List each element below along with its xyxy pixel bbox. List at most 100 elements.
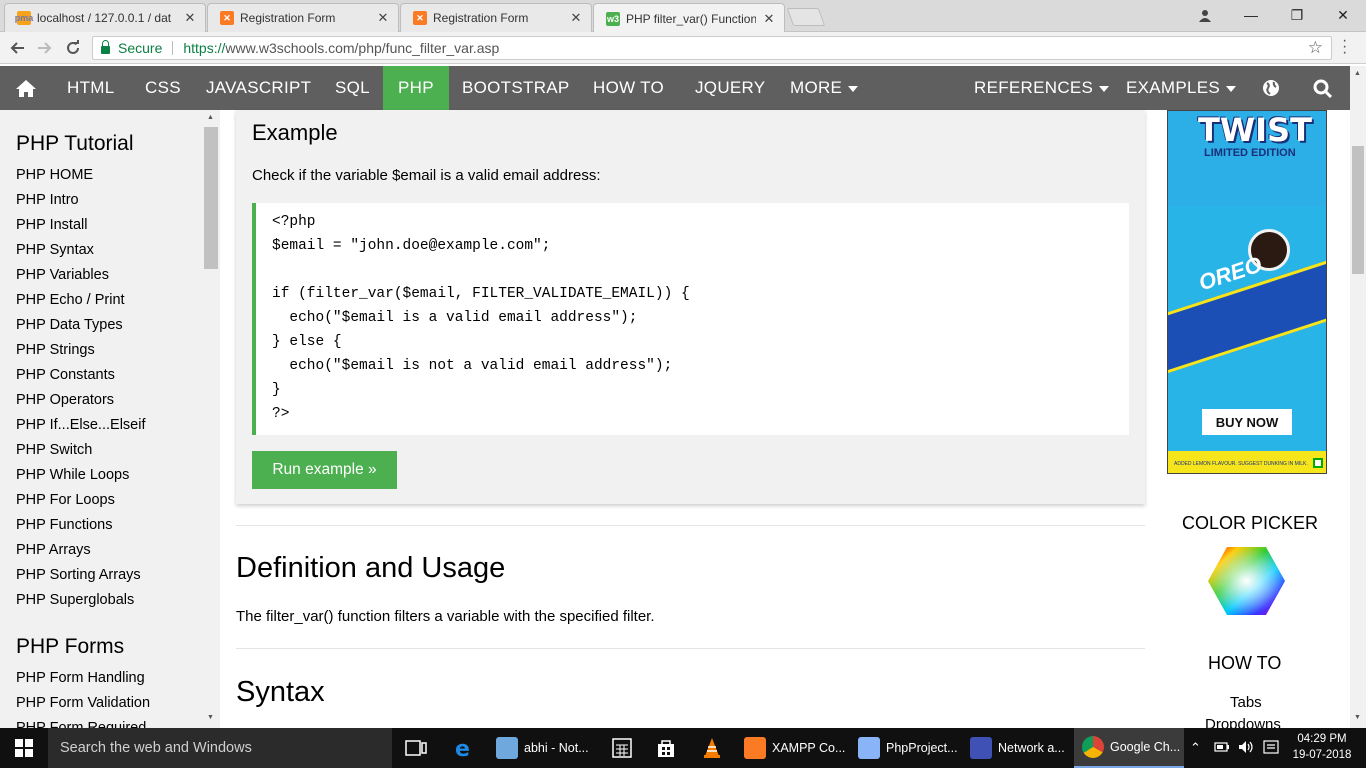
close-tab-icon[interactable]: ✕: [569, 10, 583, 26]
nav-jquery[interactable]: JQUERY: [680, 66, 780, 110]
code-line: if (filter_var($email, FILTER_VALIDATE_E…: [272, 286, 690, 302]
store-icon[interactable]: [654, 736, 678, 760]
caret-down-icon: [848, 86, 859, 92]
sidebar-link[interactable]: PHP Form Validation: [16, 695, 150, 711]
taskbar-search-box[interactable]: Search the web and Windows: [48, 728, 392, 768]
example-description: Check if the variable $email is a valid …: [252, 167, 601, 184]
scroll-down-arrow-icon[interactable]: ▼: [207, 714, 214, 721]
sidebar-link[interactable]: PHP Form Handling: [16, 670, 145, 686]
clock-date: 19-07-2018: [1292, 749, 1352, 761]
new-tab-button[interactable]: [786, 8, 826, 26]
minimize-button[interactable]: —: [1228, 0, 1274, 30]
back-arrow-icon[interactable]: [6, 37, 28, 59]
color-picker-icon[interactable]: [1208, 547, 1285, 615]
how-to-link-tabs[interactable]: Tabs: [1230, 694, 1262, 711]
close-tab-icon[interactable]: ✕: [762, 11, 776, 27]
sidebar-link[interactable]: PHP While Loops: [16, 467, 129, 483]
search-icon[interactable]: [1298, 66, 1347, 110]
nav-references[interactable]: REFERENCES: [959, 66, 1124, 110]
nav-bootstrap[interactable]: BOOTSTRAP: [447, 66, 585, 110]
taskbar-app-netbeans[interactable]: PhpProject...: [850, 728, 962, 768]
scroll-down-arrow-icon[interactable]: ▼: [1354, 714, 1361, 721]
volume-icon[interactable]: [1238, 740, 1254, 757]
netbeans-icon: [858, 737, 880, 759]
secure-label: Secure: [118, 40, 163, 56]
browser-tab[interactable]: ✕ Registration Form ✕: [207, 3, 399, 32]
how-to-heading: HOW TO: [1208, 653, 1282, 673]
sidebar-link[interactable]: PHP Install: [16, 217, 87, 233]
scroll-up-arrow-icon[interactable]: ▲: [1354, 70, 1361, 77]
nav-javascript[interactable]: JAVASCRIPT: [191, 66, 326, 110]
forward-arrow-icon[interactable]: [34, 37, 56, 59]
sidebar-link[interactable]: PHP Echo / Print: [16, 292, 125, 308]
maximize-button[interactable]: ❐: [1274, 0, 1320, 30]
close-window-button[interactable]: ✕: [1320, 0, 1366, 30]
sidebar-link[interactable]: PHP Form Required: [16, 720, 146, 728]
code-block: <?php $email = "john.doe@example.com"; i…: [252, 203, 1129, 435]
sidebar-link[interactable]: PHP Switch: [16, 442, 92, 458]
notifications-icon[interactable]: [1263, 740, 1279, 757]
phpmyadmin-icon: pma: [14, 11, 34, 25]
home-icon[interactable]: [15, 79, 37, 97]
scroll-up-arrow-icon[interactable]: ▲: [207, 114, 214, 121]
bookmark-star-icon[interactable]: ☆: [1308, 38, 1323, 58]
sidebar-link[interactable]: PHP Arrays: [16, 542, 91, 558]
sidebar-link[interactable]: PHP For Loops: [16, 492, 115, 508]
close-tab-icon[interactable]: ✕: [183, 10, 197, 26]
sidebar-link[interactable]: PHP Syntax: [16, 242, 94, 258]
sidebar-link[interactable]: PHP If...Else...Elseif: [16, 417, 145, 433]
taskbar-app-chrome[interactable]: Google Ch...: [1074, 728, 1184, 768]
system-clock[interactable]: 04:29 PM 19-07-2018: [1292, 731, 1352, 763]
sidebar-link[interactable]: PHP Strings: [16, 342, 95, 358]
sidebar-link[interactable]: PHP HOME: [16, 167, 93, 183]
ad-subline: LIMITED EDITION: [1204, 147, 1296, 159]
browser-tab-active[interactable]: w3 PHP filter_var() Function ✕: [593, 3, 785, 33]
secure-indicator[interactable]: Secure: [93, 40, 162, 56]
reload-icon[interactable]: [62, 37, 84, 59]
vlc-icon[interactable]: [700, 736, 724, 760]
taskbar-app-xampp[interactable]: XAMPP Co...: [736, 728, 848, 768]
battery-icon[interactable]: [1214, 740, 1230, 755]
nav-sql[interactable]: SQL: [320, 66, 385, 110]
sidebar-link[interactable]: PHP Functions: [16, 517, 112, 533]
nav-html[interactable]: HTML: [52, 66, 129, 110]
chrome-menu-icon[interactable]: · · ·: [1342, 33, 1347, 61]
windows-start-icon[interactable]: [0, 728, 48, 768]
close-tab-icon[interactable]: ✕: [376, 10, 390, 26]
nav-how-to[interactable]: HOW TO: [578, 66, 679, 110]
address-bar[interactable]: Secure https:// www.w3schools.com/php/fu…: [92, 36, 1332, 60]
browser-tab[interactable]: pma localhost / 127.0.0.1 / dat ✕: [4, 3, 206, 32]
sidebar-link[interactable]: PHP Superglobals: [16, 592, 134, 608]
browser-tab[interactable]: ✕ Registration Form ✕: [400, 3, 592, 32]
edge-browser-icon[interactable]: e: [452, 736, 476, 760]
nav-php[interactable]: PHP: [383, 66, 449, 110]
tab-title: Registration Form: [433, 11, 529, 25]
taskbar-app-label: abhi - Not...: [524, 741, 589, 755]
sidebar-link[interactable]: PHP Constants: [16, 367, 115, 383]
sidebar-heading: PHP Forms: [16, 635, 125, 658]
taskbar-app-network[interactable]: Network a...: [962, 728, 1072, 768]
sidebar-link[interactable]: PHP Variables: [16, 267, 109, 283]
profile-icon[interactable]: [1182, 0, 1228, 30]
nav-more[interactable]: MORE: [775, 66, 873, 110]
taskbar-app-notepad[interactable]: abhi - Not...: [488, 728, 598, 768]
task-view-icon[interactable]: [404, 736, 428, 760]
nav-examples[interactable]: EXAMPLES: [1111, 66, 1251, 110]
calculator-icon[interactable]: [610, 736, 634, 760]
show-hidden-icons-chevron-icon[interactable]: ⌃: [1190, 740, 1201, 756]
sidebar-link[interactable]: PHP Intro: [16, 192, 79, 208]
advertisement-banner[interactable]: TWIST LIMITED EDITION OREO BUY NOW ADDED…: [1167, 110, 1327, 474]
xampp-icon: [744, 737, 766, 759]
page-scrollbar-thumb[interactable]: [1352, 146, 1364, 274]
sidebar-link[interactable]: PHP Operators: [16, 392, 114, 408]
run-example-button[interactable]: Run example »: [252, 451, 397, 489]
ad-buy-now-button[interactable]: BUY NOW: [1202, 409, 1292, 435]
w3schools-icon: w3: [606, 11, 620, 26]
globe-icon[interactable]: [1247, 66, 1295, 110]
nav-css[interactable]: CSS: [130, 66, 196, 110]
sidebar-link[interactable]: PHP Sorting Arrays: [16, 567, 141, 583]
url-scheme: https://: [183, 40, 226, 56]
sidebar-link[interactable]: PHP Data Types: [16, 317, 123, 333]
divider: [236, 648, 1145, 649]
sidebar-scrollbar-thumb[interactable]: [204, 127, 218, 269]
